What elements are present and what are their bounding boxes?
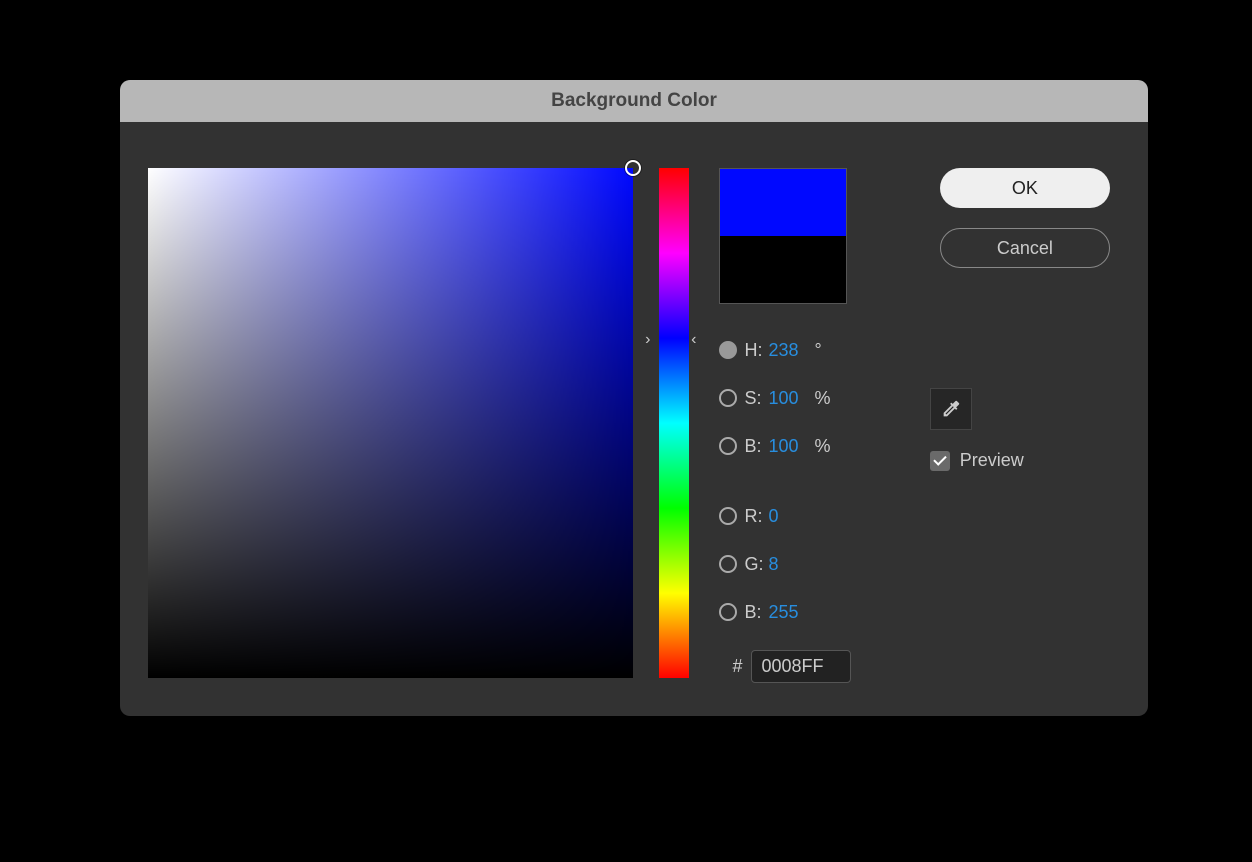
- eyedropper-button[interactable]: [930, 388, 972, 430]
- actions-column: OK Cancel Preview: [930, 168, 1120, 688]
- hue-indicator-right: ‹: [691, 333, 701, 347]
- value-brightness[interactable]: 100: [769, 436, 813, 457]
- value-saturation[interactable]: 100: [769, 388, 813, 409]
- ok-button[interactable]: OK: [940, 168, 1110, 208]
- swatch-previous-color[interactable]: [720, 236, 846, 303]
- radio-brightness[interactable]: [719, 437, 737, 455]
- values-column: H: 238 ° S: 100 % B: 100 %: [719, 168, 890, 688]
- color-swatch: [719, 168, 847, 304]
- label-red: R:: [745, 506, 769, 527]
- radio-saturation[interactable]: [719, 389, 737, 407]
- preview-row: Preview: [930, 450, 1024, 471]
- eyedropper-icon: [940, 398, 962, 420]
- value-green[interactable]: 8: [769, 554, 813, 575]
- unit-saturation: %: [815, 388, 831, 409]
- hex-row: #: [719, 650, 890, 683]
- radio-red[interactable]: [719, 507, 737, 525]
- radio-hue[interactable]: [719, 341, 737, 359]
- check-icon: [933, 452, 946, 465]
- value-red[interactable]: 0: [769, 506, 813, 527]
- value-hue[interactable]: 238: [769, 340, 813, 361]
- field-row-brightness: B: 100 %: [719, 428, 890, 464]
- saturation-brightness-area[interactable]: [148, 168, 633, 678]
- label-brightness: B:: [745, 436, 769, 457]
- hue-indicator-left: ›: [645, 333, 655, 347]
- radio-blue[interactable]: [719, 603, 737, 621]
- dialog-title: Background Color: [551, 90, 717, 112]
- label-blue: B:: [745, 602, 769, 623]
- label-saturation: S:: [745, 388, 769, 409]
- field-row-saturation: S: 100 %: [719, 380, 890, 416]
- preview-label: Preview: [960, 450, 1024, 471]
- color-fields: H: 238 ° S: 100 % B: 100 %: [719, 332, 890, 683]
- sb-black-gradient: [148, 168, 633, 678]
- sb-thumb[interactable]: [625, 160, 641, 176]
- cancel-button-label: Cancel: [997, 238, 1053, 259]
- hue-column: › ‹: [647, 168, 698, 678]
- dialog-content: › ‹ H: 238 ° S: 100: [120, 122, 1148, 716]
- preview-checkbox[interactable]: [930, 451, 950, 471]
- hex-symbol: #: [719, 656, 743, 677]
- radio-green[interactable]: [719, 555, 737, 573]
- color-picker-dialog: Background Color › ‹ H:: [120, 80, 1148, 716]
- hex-input[interactable]: [751, 650, 851, 683]
- field-row-blue: B: 255: [719, 594, 890, 630]
- field-row-green: G: 8: [719, 546, 890, 582]
- field-row-red: R: 0: [719, 498, 890, 534]
- unit-hue: °: [815, 340, 822, 361]
- field-row-hue: H: 238 °: [719, 332, 890, 368]
- label-hue: H:: [745, 340, 769, 361]
- dialog-titlebar: Background Color: [120, 80, 1148, 122]
- unit-brightness: %: [815, 436, 831, 457]
- swatch-new-color[interactable]: [720, 169, 846, 236]
- cancel-button[interactable]: Cancel: [940, 228, 1110, 268]
- ok-button-label: OK: [1012, 178, 1038, 199]
- hue-strip[interactable]: [659, 168, 689, 678]
- value-blue[interactable]: 255: [769, 602, 813, 623]
- label-green: G:: [745, 554, 769, 575]
